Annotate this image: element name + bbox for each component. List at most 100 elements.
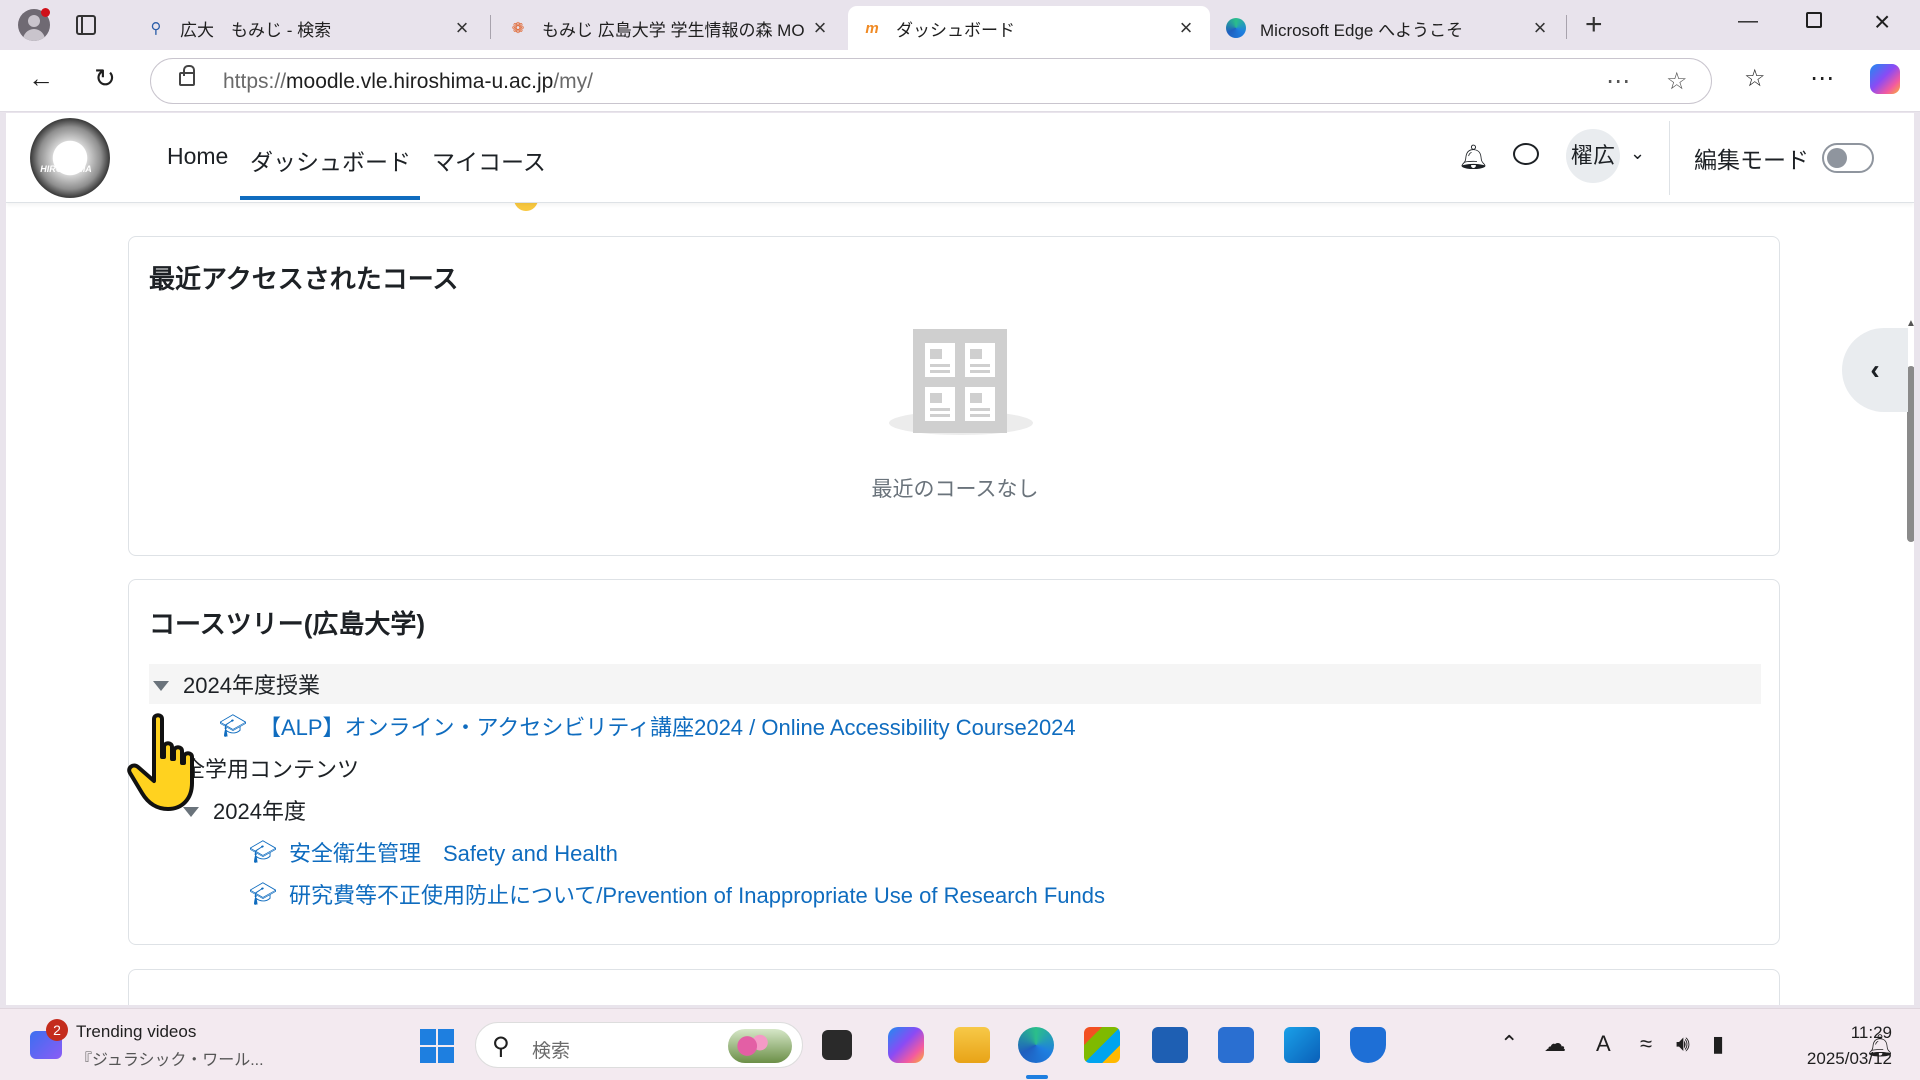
course-tree-title: コースツリー(広島大学) (149, 609, 426, 639)
onedrive-cloud-icon[interactable]: ☁ (1544, 1031, 1566, 1057)
ime-mode-icon[interactable]: A (1596, 1031, 1611, 1057)
category-label[interactable]: 2024年度 (213, 794, 306, 826)
refresh-icon[interactable]: ↻ (94, 63, 116, 94)
moodle-navbar: HIROSHIMA Home ダッシュボード マイコース 🔔︎ 櫂広 ⌄ 編集モ… (6, 113, 1914, 203)
tab-momiji[interactable]: ❁ もみじ 広島大学 学生情報の森 MO × (494, 6, 844, 50)
course-safety-health[interactable]: 🎓︎ 安全衛生管理 Safety and Health (249, 832, 618, 872)
favorite-star-icon[interactable]: ☆ (1666, 67, 1688, 96)
remote-desktop-icon[interactable] (1152, 1027, 1188, 1063)
tab-title: もみじ 広島大学 学生情報の森 MO (542, 20, 805, 40)
tab-search[interactable]: ⚲ 広大 もみじ - 検索 × (132, 6, 486, 50)
graduation-cap-icon: 🎓︎ (219, 713, 247, 738)
tab-actions-icon[interactable] (76, 15, 96, 35)
notification-center-icon[interactable]: 🔔︎ (1866, 1033, 1894, 1059)
copilot-taskbar-icon[interactable] (888, 1027, 924, 1063)
browser-tab-bar: ⚲ 広大 もみじ - 検索 × ❁ もみじ 広島大学 学生情報の森 MO × m… (0, 0, 1920, 50)
logo-text: HIROSHIMA (40, 164, 92, 174)
tab-title: ダッシュボード (896, 20, 1015, 40)
graduation-cap-icon: 🎓︎ (249, 839, 277, 864)
close-window-icon[interactable]: × (1874, 6, 1890, 38)
close-tab-icon[interactable]: × (1530, 15, 1550, 41)
edit-mode-toggle[interactable] (1822, 143, 1874, 173)
restore-icon[interactable] (1806, 12, 1822, 28)
close-tab-icon[interactable]: × (452, 15, 472, 41)
search-highlight-art-icon (728, 1029, 792, 1063)
widget-subtitle[interactable]: 『ジュラシック・ワール... (76, 1046, 264, 1070)
no-courses-illustration-icon (889, 329, 1033, 449)
show-hidden-icons-chevron-up-icon[interactable]: ⌃ (1500, 1031, 1518, 1057)
hiroshima-university-logo[interactable]: HIROSHIMA (30, 118, 110, 198)
recent-courses-title: 最近アクセスされたコース (149, 264, 459, 294)
url-text[interactable]: https://moodle.vle.hiroshima-u.ac.jp/my/ (223, 70, 593, 94)
more-in-address-icon[interactable]: ⋯ (1606, 67, 1630, 96)
course-link[interactable]: 【ALP】オンライン・アクセシビリティ講座2024 / Online Acces… (259, 710, 1076, 742)
hand-pointer-cursor-icon (127, 713, 194, 811)
nav-mycourses-link[interactable]: マイコース (432, 143, 546, 177)
momiji-leaf-icon: ❁ (511, 20, 525, 37)
defender-shield-icon[interactable] (1350, 1027, 1386, 1063)
tab-title: Microsoft Edge へようこそ (1260, 20, 1464, 40)
active-app-indicator (1026, 1075, 1048, 1079)
windows-start-icon[interactable] (420, 1029, 454, 1063)
course-link[interactable]: 安全衛生管理 Safety and Health (289, 836, 618, 868)
outlook-icon[interactable] (1284, 1027, 1320, 1063)
calendar-app-icon[interactable] (1218, 1027, 1254, 1063)
course-research-funds[interactable]: 🎓︎ 研究費等不正使用防止について/Prevention of Inapprop… (249, 874, 1105, 914)
url-path: /my/ (553, 70, 593, 93)
expand-triangle-icon[interactable] (153, 681, 169, 691)
edge-favicon-icon (1226, 18, 1246, 38)
task-view-icon[interactable] (822, 1030, 852, 1060)
graduation-cap-icon: 🎓︎ (249, 881, 277, 906)
tab-separator (1566, 15, 1567, 39)
minimize-icon[interactable]: — (1738, 10, 1758, 33)
category-label[interactable]: 全学用コンテンツ (183, 752, 359, 784)
search-placeholder: 検索 (532, 1041, 571, 1062)
user-menu-chevron-down-icon[interactable]: ⌄ (1630, 143, 1645, 164)
url-host: moodle.vle.hiroshima-u.ac.jp (286, 70, 554, 93)
favorites-list-icon[interactable]: ☆ (1744, 64, 1766, 93)
notification-bell-icon[interactable]: 🔔︎ (1458, 143, 1488, 172)
category-2024-classes[interactable]: 2024年度授業 (149, 664, 1761, 704)
microsoft-store-icon[interactable] (1084, 1027, 1120, 1063)
nav-dashboard-link[interactable]: ダッシュボード (250, 143, 411, 177)
recent-courses-card: 最近アクセスされたコース 最近のコースなし (128, 236, 1780, 556)
profile-notification-dot (41, 8, 50, 17)
navbar-divider (1669, 121, 1670, 195)
messages-chat-icon[interactable] (1513, 143, 1539, 165)
nav-home-link[interactable]: Home (167, 143, 228, 170)
tab-dashboard[interactable]: m ダッシュボード × (848, 6, 1210, 50)
tab-edge-welcome[interactable]: Microsoft Edge へようこそ × (1212, 6, 1564, 50)
widget-title[interactable]: Trending videos (76, 1022, 196, 1042)
close-tab-icon[interactable]: × (1176, 15, 1196, 41)
next-block-card (128, 969, 1780, 1005)
toggle-knob (1827, 148, 1847, 168)
course-alp-accessibility[interactable]: 🎓︎ 【ALP】オンライン・アクセシビリティ講座2024 / Online Ac… (219, 706, 1076, 746)
taskbar-search-input[interactable]: ⚲ 検索 (475, 1022, 803, 1068)
open-block-drawer-chevron-left-icon[interactable]: ‹ (1842, 328, 1908, 412)
search-icon: ⚲ (492, 1033, 510, 1060)
category-label[interactable]: 2024年度授業 (183, 668, 320, 700)
back-arrow-icon[interactable]: ← (28, 63, 54, 94)
search-favicon-icon: ⚲ (150, 20, 162, 37)
lock-icon[interactable] (179, 65, 195, 86)
new-tab-icon[interactable]: + (1585, 8, 1603, 42)
settings-more-icon[interactable]: ⋯ (1810, 64, 1834, 93)
scroll-thumb[interactable] (1907, 366, 1914, 542)
edge-taskbar-icon[interactable] (1018, 1027, 1054, 1063)
tab-separator (490, 15, 491, 39)
battery-icon[interactable]: ▮ (1712, 1031, 1724, 1057)
tab-title: 広大 もみじ - 検索 (180, 20, 332, 40)
file-explorer-icon[interactable] (954, 1027, 990, 1063)
close-tab-icon[interactable]: × (810, 15, 830, 41)
wifi-icon[interactable]: ≈ (1640, 1031, 1652, 1057)
course-link[interactable]: 研究費等不正使用防止について/Prevention of Inappropria… (289, 878, 1105, 910)
user-avatar[interactable]: 櫂広 (1566, 129, 1620, 183)
widgets-badge: 2 (46, 1019, 68, 1041)
address-bar[interactable]: https://moodle.vle.hiroshima-u.ac.jp/my/… (150, 58, 1712, 104)
category-university-contents[interactable]: 全学用コンテンツ (183, 748, 359, 788)
volume-icon[interactable]: 🔊︎ (1676, 1031, 1690, 1057)
copilot-icon[interactable] (1870, 64, 1900, 94)
moodle-favicon-icon: m (865, 19, 879, 37)
page-scrollbar[interactable]: ▲ ▼ (1904, 318, 1914, 1005)
page-viewport: HIROSHIMA Home ダッシュボード マイコース 🔔︎ 櫂広 ⌄ 編集モ… (6, 113, 1914, 1005)
